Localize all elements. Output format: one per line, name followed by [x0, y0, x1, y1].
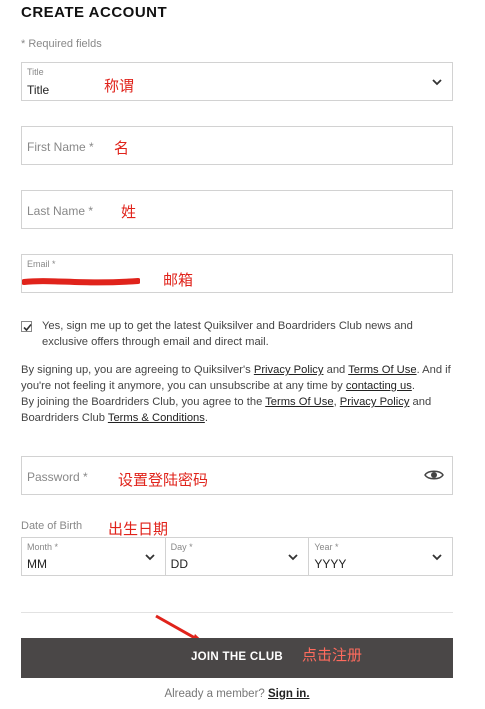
eye-icon[interactable]	[424, 468, 444, 487]
last-name-annotation: 姓	[121, 203, 137, 221]
password-field[interactable]: Password *	[21, 456, 453, 495]
last-name-placeholder: Last Name *	[27, 204, 94, 218]
newsletter-checkbox[interactable]	[21, 321, 32, 332]
terms-of-use-link[interactable]: Terms Of Use	[348, 364, 416, 376]
sign-in-link[interactable]: Sign in.	[268, 688, 310, 700]
terms-conditions-link[interactable]: Terms & Conditions	[108, 412, 205, 424]
legal-and: and	[323, 364, 349, 376]
first-name-placeholder: First Name *	[27, 140, 94, 154]
chevron-down-icon	[431, 551, 443, 563]
privacy-policy-link[interactable]: Privacy Policy	[254, 364, 324, 376]
redacted-email-scribble	[22, 278, 140, 286]
join-button-label: JOIN THE CLUB	[190, 651, 284, 663]
title-select[interactable]: Title Title	[21, 62, 453, 101]
legal-p2-a: By joining the Boardriders Club, you agr…	[21, 396, 266, 408]
join-the-club-button[interactable]: JOIN THE CLUB	[21, 638, 453, 678]
password-placeholder: Password *	[27, 470, 88, 484]
dob-day-label: Day *	[170, 542, 193, 552]
title-select-value: Title	[27, 83, 50, 97]
dob-selects: Month * MM Day * DD Year * YYYY	[21, 537, 453, 576]
dob-year-label: Year *	[314, 542, 339, 552]
privacy-policy-link-2[interactable]: Privacy Policy	[340, 396, 410, 408]
email-label: Email *	[27, 259, 56, 269]
title-select-label: Title	[27, 67, 44, 77]
divider	[21, 612, 453, 613]
checkmark-icon	[23, 323, 32, 332]
dob-month-value: MM	[27, 557, 47, 571]
submit-annotation: 点击注册	[302, 646, 363, 664]
dob-day-value: DD	[170, 557, 189, 571]
page-title: CREATE ACCOUNT	[21, 4, 168, 21]
newsletter-text: Yes, sign me up to get the latest Quiksi…	[42, 320, 413, 348]
email-field[interactable]: Email *	[21, 254, 453, 293]
dob-annotation: 出生日期	[108, 520, 169, 538]
dob-month-label: Month *	[27, 542, 59, 552]
newsletter-optin: Yes, sign me up to get the latest Quiksi…	[21, 318, 453, 350]
legal-p1-a: By signing up, you are agreeing to Quiks…	[21, 364, 254, 376]
chevron-down-icon	[287, 551, 299, 563]
last-name-field[interactable]: Last Name *	[21, 190, 453, 229]
already-member: Already a member? Sign in.	[0, 688, 474, 700]
required-fields-note: * Required fields	[21, 38, 102, 50]
contacting-us-link[interactable]: contacting us	[346, 380, 412, 392]
legal-p2-c: .	[204, 412, 208, 424]
terms-of-use-link-2[interactable]: Terms Of Use	[265, 396, 333, 408]
legal-p1-c: .	[411, 380, 415, 392]
already-member-text: Already a member?	[164, 688, 268, 700]
first-name-field[interactable]: First Name *	[21, 126, 453, 165]
chevron-down-icon	[431, 76, 443, 88]
first-name-annotation: 名	[114, 139, 130, 157]
chevron-down-icon	[144, 551, 156, 563]
dob-day-select[interactable]: Day * DD	[166, 538, 310, 575]
password-annotation: 设置登陆密码	[118, 471, 209, 489]
dob-month-select[interactable]: Month * MM	[22, 538, 166, 575]
title-annotation: 称谓	[104, 77, 135, 95]
dob-year-value: YYYY	[314, 557, 347, 571]
dob-year-select[interactable]: Year * YYYY	[309, 538, 452, 575]
dob-label: Date of Birth	[21, 520, 83, 532]
legal-text: By signing up, you are agreeing to Quiks…	[21, 362, 453, 426]
email-annotation: 邮箱	[163, 271, 194, 289]
